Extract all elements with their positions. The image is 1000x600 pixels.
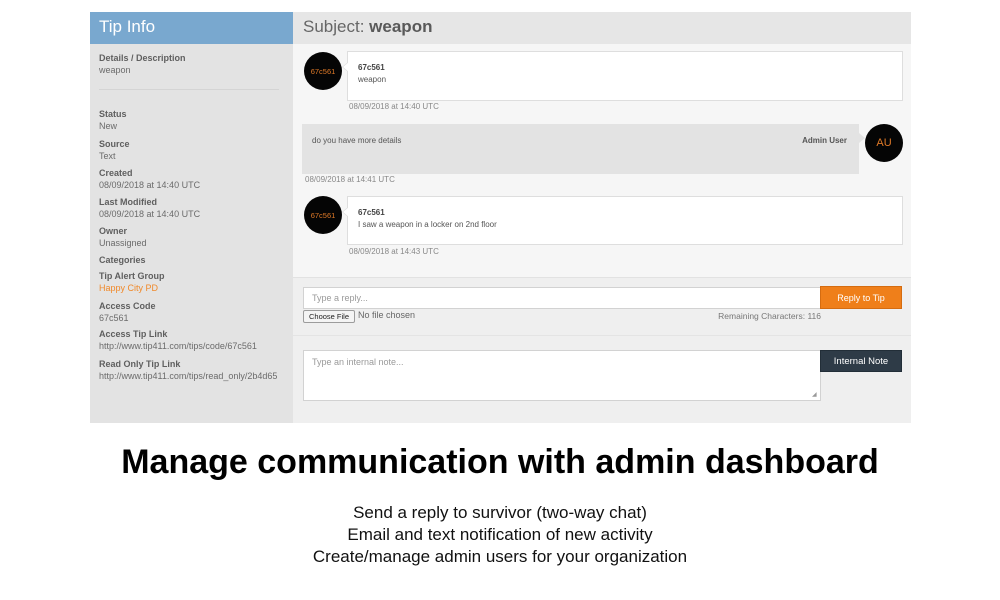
subject-prefix: Subject: <box>303 17 365 36</box>
admin-avatar: AU <box>865 124 903 162</box>
modified-value: 08/09/2018 at 14:40 UTC <box>99 209 201 219</box>
tip-dashboard: Tip Info Details / Description weapon St… <box>90 12 911 423</box>
owner-label: Owner <box>99 226 128 236</box>
status-label: Status <box>99 109 127 119</box>
modified-field: Last Modified 08/09/2018 at 14:40 UTC <box>99 196 200 220</box>
categories-field: Categories <box>99 254 146 266</box>
access-code-value: 67c561 <box>99 313 129 323</box>
message-timestamp: 08/09/2018 at 14:43 UTC <box>349 247 439 256</box>
tipster-avatar: 67c561 <box>304 52 342 90</box>
access-link-field: Access Tip Link http://www.tip411.com/ti… <box>99 328 257 352</box>
categories-label: Categories <box>99 255 146 265</box>
reply-to-tip-button[interactable]: Reply to Tip <box>820 286 902 309</box>
feature-line-2: Email and text notification of new activ… <box>347 525 653 544</box>
internal-note-input[interactable] <box>303 350 821 401</box>
alert-group-label: Tip Alert Group <box>99 271 165 281</box>
details-label: Details / Description <box>99 53 186 63</box>
source-label: Source <box>99 139 130 149</box>
internal-note-button[interactable]: Internal Note <box>820 350 902 372</box>
tipster-message-bubble: 67c561 I saw a weapon in a locker on 2nd… <box>342 196 903 245</box>
admin-message-bubble: do you have more details Admin User <box>302 124 865 174</box>
details-value: weapon <box>99 65 131 75</box>
source-value: Text <box>99 151 116 161</box>
readonly-link-value: http://www.tip411.com/tips/read_only/2b4… <box>99 371 278 381</box>
status-field: Status New <box>99 108 127 132</box>
readonly-link-field: Read Only Tip Link http://www.tip411.com… <box>99 358 277 382</box>
owner-value: Unassigned <box>99 238 147 248</box>
feature-line-3: Create/manage admin users for your organ… <box>312 547 688 566</box>
alert-group-field: Tip Alert Group Happy City PD <box>99 270 165 294</box>
created-value: 08/09/2018 at 14:40 UTC <box>99 180 201 190</box>
subject-bar: Subject: weapon <box>293 12 911 44</box>
reply-input[interactable] <box>303 287 821 309</box>
message-sender: 67c561 <box>358 208 385 217</box>
message-text: I saw a weapon in a locker on 2nd floor <box>358 220 497 229</box>
readonly-link-label: Read Only Tip Link <box>99 359 181 369</box>
headline: Manage communication with admin dashboar… <box>121 443 879 481</box>
sidebar-title: Tip Info <box>90 12 293 44</box>
alert-group-link[interactable]: Happy City PD <box>99 282 165 294</box>
status-value: New <box>99 121 118 131</box>
details-field: Details / Description weapon <box>99 52 186 76</box>
message-sender: 67c561 <box>358 63 385 72</box>
modified-label: Last Modified <box>99 197 157 207</box>
file-status: No file chosen <box>358 310 416 320</box>
feature-line-1: Send a reply to survivor (two-way chat) <box>353 503 647 522</box>
tip-info-sidebar: Tip Info Details / Description weapon St… <box>90 12 293 423</box>
reply-panel: Reply to Tip Choose File No file chosen … <box>293 277 911 423</box>
message-timestamp: 08/09/2018 at 14:41 UTC <box>305 175 395 184</box>
access-link-value: http://www.tip411.com/tips/code/67c561 <box>99 341 257 351</box>
tipster-message-bubble: 67c561 weapon <box>342 51 903 101</box>
message-sender: Admin User <box>802 136 847 145</box>
access-link-label: Access Tip Link <box>99 329 168 339</box>
remaining-characters: Remaining Characters: 116 <box>718 311 821 321</box>
sidebar-divider <box>99 89 279 90</box>
message-text: weapon <box>358 75 387 84</box>
created-field: Created 08/09/2018 at 14:40 UTC <box>99 167 200 191</box>
choose-file-button[interactable]: Choose File <box>303 310 356 323</box>
subject-value: weapon <box>369 17 433 36</box>
created-label: Created <box>99 168 133 178</box>
message-timestamp: 08/09/2018 at 14:40 UTC <box>349 102 439 111</box>
access-code-label: Access Code <box>99 301 156 311</box>
tipster-avatar: 67c561 <box>304 196 342 234</box>
source-field: Source Text <box>99 138 130 162</box>
panel-divider <box>293 335 911 336</box>
owner-field: Owner Unassigned <box>99 225 147 249</box>
access-code-field: Access Code 67c561 <box>99 300 156 324</box>
message-text: do you have more details <box>312 136 402 145</box>
resize-grip-icon[interactable]: ◢ <box>812 392 819 399</box>
